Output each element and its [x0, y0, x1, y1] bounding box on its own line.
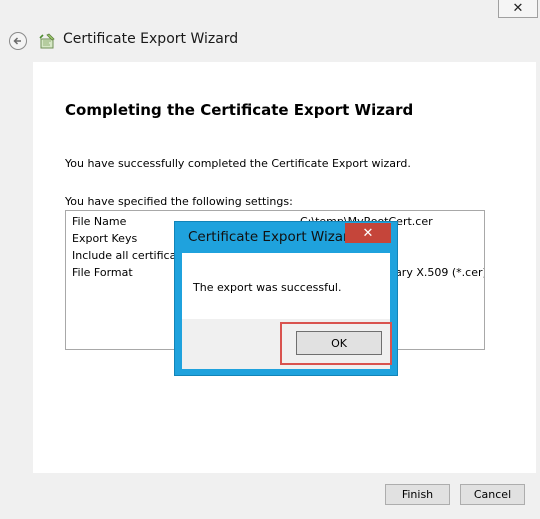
setting-label-file-name: File Name [72, 215, 127, 228]
dialog-close-button[interactable]: ✕ [345, 223, 391, 243]
back-arrow-icon [13, 37, 21, 45]
setting-label-export-keys: Export Keys [72, 232, 138, 245]
completion-message: You have successfully completed the Cert… [65, 157, 411, 170]
back-button[interactable] [9, 32, 27, 50]
close-icon: ✕ [362, 225, 374, 241]
cancel-button[interactable]: Cancel [460, 484, 525, 505]
finish-button[interactable]: Finish [385, 484, 450, 505]
wizard-title: Certificate Export Wizard [63, 31, 239, 47]
dialog-message: The export was successful. [193, 281, 342, 294]
wizard-footer: Finish Cancel [0, 473, 540, 519]
dialog-title: Certificate Export Wizard [188, 229, 357, 245]
page-title: Completing the Certificate Export Wizard [65, 101, 414, 119]
dialog-button-bar: OK [182, 319, 392, 369]
window-close-button[interactable]: ✕ [498, 0, 538, 18]
close-icon: ✕ [512, 1, 524, 16]
settings-intro: You have specified the following setting… [65, 195, 293, 208]
wizard-header: ✕ Certificate Export Wizard [0, 0, 540, 62]
setting-label-file-format: File Format [72, 266, 133, 279]
export-success-dialog: Certificate Export Wizard ✕ The export w… [174, 221, 398, 376]
certificate-wizard-icon [39, 33, 55, 49]
dialog-body: The export was successful. OK [182, 253, 392, 369]
ok-button[interactable]: OK [296, 331, 382, 355]
